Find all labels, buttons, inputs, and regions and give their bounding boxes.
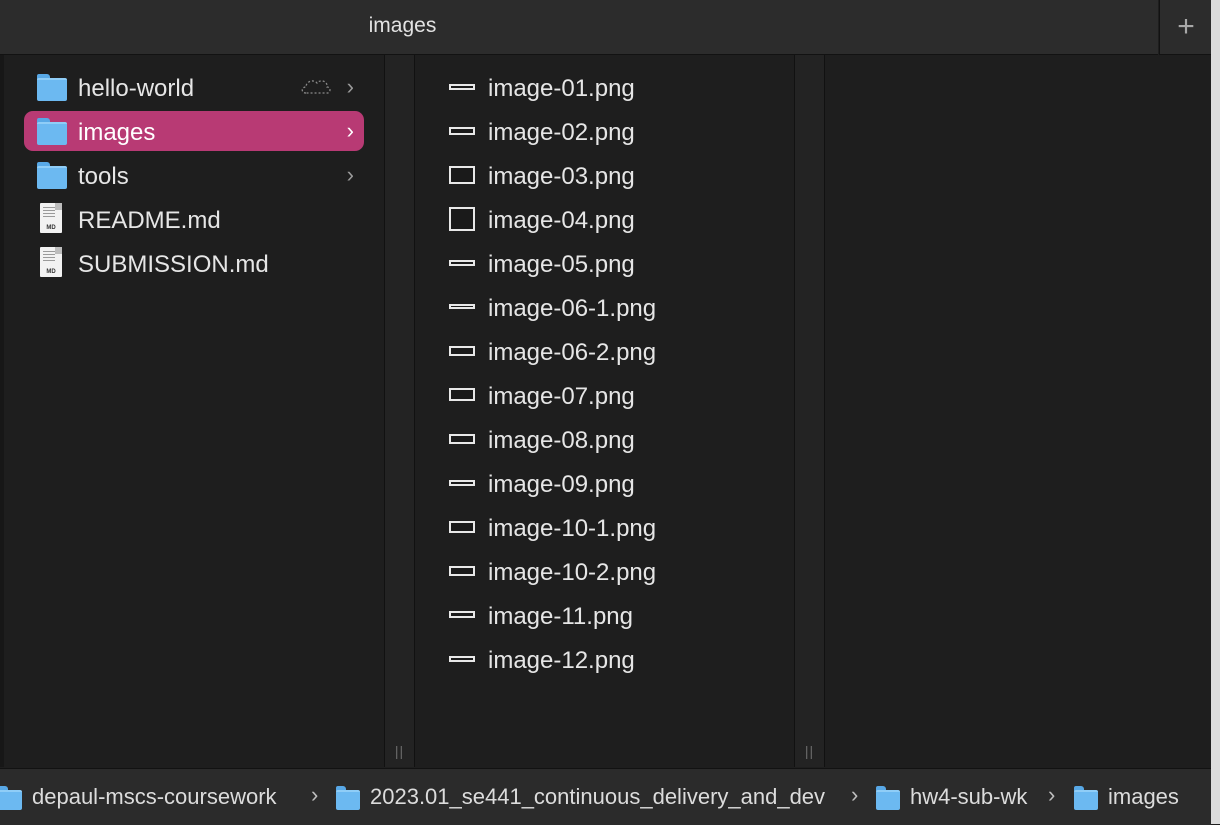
image-thumbnail-icon [449,434,475,444]
file-row[interactable]: image-06-1.png [415,287,793,327]
column-divider[interactable]: || [384,55,415,767]
item-label: hello-world [78,75,195,102]
folder-icon [37,74,67,101]
folder-icon [336,786,360,810]
image-thumbnail-icon [449,656,475,662]
item-label: README.md [78,207,221,234]
item-label: image-10-2.png [488,559,657,586]
image-thumbnail-icon [449,166,475,184]
item-label: image-11.png [488,603,633,630]
image-thumbnail-icon [449,566,475,576]
window-title-bar: images [0,0,1158,55]
item-label: image-03.png [488,163,635,190]
image-thumbnail-icon [449,260,475,266]
column-2: image-01.png image-02.png image-03.png i… [415,55,793,767]
image-thumbnail-icon [449,346,475,356]
image-thumbnail-icon [449,127,475,135]
path-segment-label: depaul-mscs-coursework [32,784,277,809]
folder-row-hello-world[interactable]: hello-world › [24,67,364,107]
window-title: images [368,14,437,37]
folder-icon [876,786,900,810]
item-label: image-05.png [488,251,635,278]
column-divider[interactable]: || [794,55,825,767]
column-3-empty [825,55,1211,767]
image-thumbnail-icon [449,480,475,486]
path-segment[interactable]: depaul-mscs-coursework [0,783,277,811]
chevron-right-icon: › [346,162,354,187]
file-row[interactable]: image-10-2.png [415,551,793,591]
folder-icon [1074,786,1098,810]
folder-row-tools[interactable]: tools › [24,155,364,195]
new-tab-button[interactable]: + [1159,0,1212,55]
path-bar: depaul-mscs-coursework › 2023.01_se441_c… [0,768,1211,825]
item-label: image-01.png [488,75,635,102]
item-label: image-06-2.png [488,339,657,366]
file-row[interactable]: image-05.png [415,243,793,283]
resize-grip-icon: || [804,743,815,759]
image-thumbnail-icon [449,207,475,231]
resize-grip-icon: || [394,743,405,759]
md-badge: MD [46,225,56,231]
path-segment-label: hw4-sub-wk [910,784,1028,809]
item-label: image-09.png [488,471,635,498]
item-label: image-07.png [488,383,635,410]
item-label: image-04.png [488,207,635,234]
file-row[interactable]: image-12.png [415,639,793,679]
background-window-edge [1211,0,1220,824]
file-row[interactable]: image-04.png [415,199,793,239]
folder-icon [0,786,22,810]
file-row[interactable]: image-08.png [415,419,793,459]
chevron-right-icon: › [851,782,859,807]
icloud-icon [301,80,331,94]
item-label: tools [78,163,129,190]
file-row[interactable]: image-10-1.png [415,507,793,547]
file-row[interactable]: image-11.png [415,595,793,635]
path-segment[interactable]: images [1074,783,1179,811]
image-thumbnail-icon [449,611,475,618]
image-thumbnail-icon [449,521,475,533]
image-thumbnail-icon [449,84,475,90]
file-row[interactable]: image-06-2.png [415,331,793,371]
path-segment-label: images [1108,784,1179,809]
chevron-right-icon: › [1048,782,1056,807]
file-row[interactable]: image-07.png [415,375,793,415]
chevron-right-icon: › [346,118,354,143]
chevron-right-icon: › [346,74,354,99]
item-label: SUBMISSION.md [78,251,269,278]
folder-row-images[interactable]: images › [24,111,364,151]
file-row[interactable]: image-01.png [415,67,793,107]
path-segment[interactable]: 2023.01_se441_continuous_delivery_and_de… [336,783,846,811]
file-row[interactable]: image-02.png [415,111,793,151]
item-label: image-12.png [488,647,635,674]
file-row-readme[interactable]: MD README.md [24,199,364,239]
item-label: image-10-1.png [488,515,657,542]
column-1: hello-world › images › tools › MD README… [4,55,384,767]
path-segment-label: 2023.01_se441_continuous_delivery_and_de… [370,784,826,809]
chevron-right-icon: › [311,782,319,807]
item-label: images [78,119,156,146]
markdown-file-icon: MD [40,247,62,277]
item-label: image-02.png [488,119,635,146]
plus-icon: + [1177,10,1195,43]
image-thumbnail-icon [449,388,475,401]
path-segment[interactable]: hw4-sub-wk [876,783,1027,811]
md-badge: MD [46,269,56,275]
file-row-submission[interactable]: MD SUBMISSION.md [24,243,364,283]
file-row[interactable]: image-09.png [415,463,793,503]
folder-icon [37,162,67,189]
image-thumbnail-icon [449,304,475,309]
folder-icon [37,118,67,145]
item-label: image-08.png [488,427,635,454]
item-label: image-06-1.png [488,295,657,322]
file-row[interactable]: image-03.png [415,155,793,195]
markdown-file-icon: MD [40,203,62,233]
